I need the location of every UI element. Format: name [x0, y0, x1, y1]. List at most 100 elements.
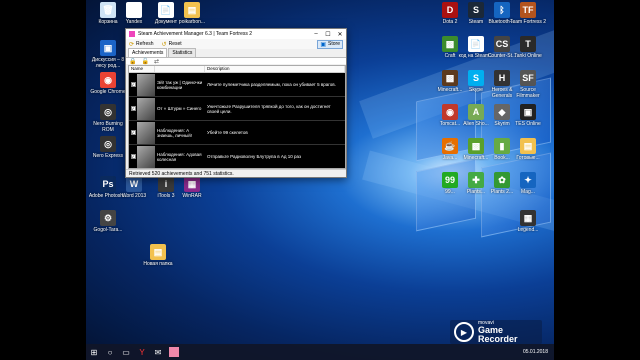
mail-task-icon[interactable]: ✉: [150, 344, 166, 360]
desktop-shortcut[interactable]: T Tanki Online: [508, 36, 548, 59]
sam-window[interactable]: Steam Achievement Manager 6.3 | Team For…: [125, 28, 347, 178]
shortcut-label: Tanki Online: [514, 53, 542, 59]
achievement-icon: [137, 74, 155, 96]
task-view-icon[interactable]: ▭: [118, 344, 134, 360]
shortcut-label: Новая папка: [143, 261, 173, 267]
checkbox-box[interactable]: ✓: [130, 82, 136, 87]
windows-logo-pane: [416, 158, 476, 232]
desktop-shortcut[interactable]: ◎ Nero Burning ROM: [88, 104, 128, 133]
shortcut-label: Mag...: [521, 189, 535, 195]
status-bar: Retrieved 520 achievements and 751 stati…: [126, 169, 346, 177]
achievement-checkbox[interactable]: ✓: [129, 121, 137, 144]
source-filmmaker-icon: SF: [520, 70, 536, 86]
close-button[interactable]: ✕: [334, 29, 346, 39]
desktop-shortcut[interactable]: ▦ WinRAR: [172, 176, 212, 199]
tab-statistics[interactable]: Statistics: [168, 48, 197, 57]
recorder-watermark: ▶ movavi Game Recorder: [450, 320, 542, 344]
reset-icon: ↺: [161, 41, 167, 48]
refresh-icon: ⟳: [129, 41, 135, 48]
achievement-row[interactable]: ✓ Наблюдения: А знаешь, личный! Убейте 99 …: [129, 121, 345, 145]
window-titlebar[interactable]: Steam Achievement Manager 6.3 | Team For…: [126, 29, 346, 39]
shortcut-label: Дискуссия – 8 лесу род...: [91, 57, 125, 69]
google-translate-icon: ⚙: [100, 210, 116, 226]
chrome-icon: ◉: [100, 72, 116, 88]
shortcut-label: Legend...: [517, 227, 539, 233]
store-icon: ▣: [320, 41, 327, 48]
achievement-checkbox[interactable]: ✓: [129, 73, 137, 96]
achievement-checkbox[interactable]: ✓: [129, 145, 137, 168]
app-icon: [129, 31, 135, 37]
sam-task-icon[interactable]: [166, 344, 182, 360]
achievement-description: Уничтожьте Разрушителя тряпкой до того, …: [207, 103, 331, 114]
achievement-name: От « Штурм » Синего: [157, 106, 202, 111]
achievement-checkbox[interactable]: ✓: [129, 97, 137, 120]
refresh-label: Refresh: [136, 41, 154, 47]
tanki-icon: T: [520, 36, 536, 52]
desktop-shortcut[interactable]: ◎ Nero Express: [88, 136, 128, 159]
desktop-shortcut[interactable]: ⚙ Gogol-Tara...: [88, 210, 128, 233]
shortcut-label: Gogol-Tara...: [93, 227, 123, 233]
game-icon-3: ▣: [520, 104, 536, 120]
list-header: Name Description: [129, 66, 345, 73]
desktop-shortcut[interactable]: ▤ Готовые...: [508, 138, 548, 161]
lock-icon[interactable]: 🔒: [129, 58, 136, 65]
achievement-description: Убейте 99 скелетов: [207, 130, 248, 135]
column-header-description[interactable]: Description: [205, 66, 345, 72]
desktop-shortcut[interactable]: ▣ Дискуссия – 8 лесу род...: [88, 40, 128, 69]
achievement-name: Эй! так уж | Одиночки комбинации: [157, 79, 203, 90]
desktop-shortcut[interactable]: ▣ TES Online: [508, 104, 548, 127]
achievement-row[interactable]: ✓ Наблюдения: Адовая колесная Отправьте Ра…: [129, 145, 345, 168]
achievement-icon: [137, 146, 155, 168]
column-header-spacer: [155, 66, 205, 72]
achievement-row[interactable]: ✓ Эй! так уж | Одиночки комбинации Лечите …: [129, 73, 345, 97]
start-icon[interactable]: ⊞: [86, 344, 102, 360]
window-title: Steam Achievement Manager 6.3 | Team For…: [138, 31, 253, 37]
yandex-icon: Y: [126, 2, 142, 18]
team-fortress-icon: TF: [520, 2, 536, 18]
checkbox-box[interactable]: ✓: [130, 154, 136, 159]
achievement-description: Лечите пулеметчика разделяемым, пока он …: [207, 82, 336, 87]
tab-strip: Achievements Statistics: [126, 48, 346, 57]
desktop-shortcut[interactable]: ▦ Legend...: [508, 210, 548, 233]
desktop-shortcut[interactable]: TF Team Fortress 2: [508, 2, 548, 25]
invert-icon[interactable]: ⇄: [154, 58, 159, 65]
shortcut-label: poikarbon...: [178, 19, 206, 25]
achievement-row[interactable]: ✓ От « Штурм » Синего Уничтожьте Разрушите…: [129, 97, 345, 121]
yandex-task-icon[interactable]: Y: [134, 344, 150, 360]
minimize-button[interactable]: –: [310, 29, 322, 39]
desktop-shortcut[interactable]: ✦ Mag...: [508, 172, 548, 195]
unlock-icon[interactable]: 🔓: [141, 58, 148, 65]
reset-label: Reset: [168, 41, 182, 47]
shortcut-label: Team Fortress 2: [509, 19, 547, 25]
clock-date[interactable]: 05.01.2018: [523, 349, 548, 355]
shortcut-label: Source Filmmaker: [516, 87, 540, 99]
achievement-list[interactable]: Name Description ✓ Эй! так уж | Одиночки …: [128, 65, 346, 169]
checkbox-box[interactable]: ✓: [130, 130, 136, 135]
movavi-logo-icon: ▶: [454, 322, 474, 342]
folder-icon: ▤: [184, 2, 200, 18]
winrar-icon: ▦: [184, 176, 200, 192]
achievement-name: Наблюдения: А знаешь, личный!: [157, 127, 192, 138]
maximize-button[interactable]: ☐: [322, 29, 334, 39]
folder-right-icon: ▤: [520, 138, 536, 154]
shortcut-label: Готовые...: [516, 155, 540, 161]
achievement-icon: [137, 122, 155, 144]
game-icon-8: ▦: [520, 210, 536, 226]
store-button[interactable]: ▣ Store: [317, 39, 343, 49]
achievement-icon: [137, 98, 155, 120]
game-icon-7: ✦: [520, 172, 536, 188]
reset-button[interactable]: ↺ Reset: [162, 41, 182, 48]
tab-achievements[interactable]: Achievements: [128, 48, 168, 57]
nero-express-icon: ◎: [100, 136, 116, 152]
desktop-shortcut[interactable]: ◉ Google Chrome: [88, 72, 128, 95]
refresh-button[interactable]: ⟳ Refresh: [129, 41, 154, 48]
column-header-name[interactable]: Name: [129, 66, 155, 72]
search-icon[interactable]: ○: [102, 344, 118, 360]
desktop-shortcut[interactable]: ▤ poikarbon...: [172, 2, 212, 25]
new-folder-icon: ▤: [150, 244, 166, 260]
desktop-shortcut[interactable]: SF Source Filmmaker: [508, 70, 548, 99]
achievement-name: Наблюдения: Адовая колесная: [157, 151, 202, 162]
checkbox-box[interactable]: ✓: [130, 106, 136, 111]
desktop-shortcut[interactable]: ▤ Новая папка: [138, 244, 178, 267]
store-label: Store: [328, 41, 340, 47]
